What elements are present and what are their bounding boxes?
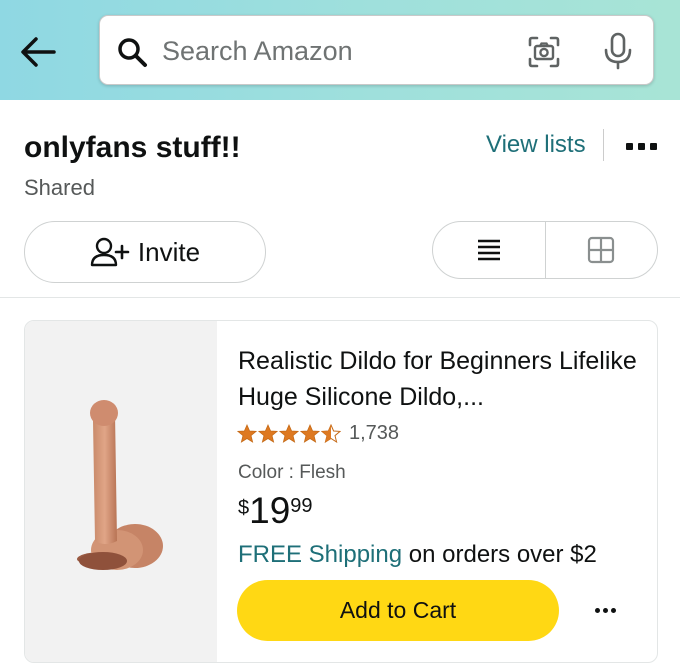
view-toggle [432,221,658,279]
add-to-cart-button[interactable]: Add to Cart [237,580,559,641]
grid-view-button[interactable] [546,222,658,278]
star-icon [300,424,320,443]
price-symbol: $ [238,497,250,519]
invite-label: Invite [137,236,201,267]
add-person-icon [90,237,130,267]
product-price: $ 19 99 [238,491,313,531]
camera-icon[interactable] [527,35,561,69]
view-lists-link[interactable]: View lists [486,131,586,159]
search-box[interactable] [99,15,654,85]
back-arrow-icon [21,37,56,67]
price-whole: 19 [249,490,291,531]
star-icon [279,424,299,443]
header-divider [603,129,604,161]
microphone-icon[interactable] [601,31,635,71]
shipping-terms: on orders over $2 [402,541,597,568]
rating-count: 1,738 [349,422,400,444]
search-input[interactable] [162,28,502,74]
star-icon [258,424,278,443]
more-icon[interactable] [626,136,660,156]
product-card[interactable]: Realistic Dildo for Beginners Lifelike H… [24,320,658,663]
top-search-bar [0,0,680,100]
shipping-info: FREE Shipping on orders over $2 [238,541,597,569]
free-shipping-label: FREE Shipping [238,541,403,568]
list-title: onlyfans stuff!! [24,131,241,164]
search-icon [118,38,147,67]
star-icon [237,424,257,443]
product-color: Color : Flesh [238,462,346,483]
price-fraction: 99 [290,495,313,517]
list-view-button[interactable] [433,222,545,278]
item-options-icon[interactable] [595,605,619,615]
product-title[interactable]: Realistic Dildo for Beginners Lifelike H… [238,343,648,415]
back-button[interactable] [18,34,58,70]
star-rating [237,424,341,443]
list-view-icon [477,239,500,261]
grid-view-icon [588,236,615,264]
product-photo [77,400,163,570]
product-image[interactable] [25,321,217,662]
sharing-status: Shared [24,175,95,200]
invite-button[interactable]: Invite [24,221,266,283]
half-star-icon [321,424,341,443]
rating-row[interactable]: 1,738 [237,422,399,445]
section-divider [0,297,680,298]
